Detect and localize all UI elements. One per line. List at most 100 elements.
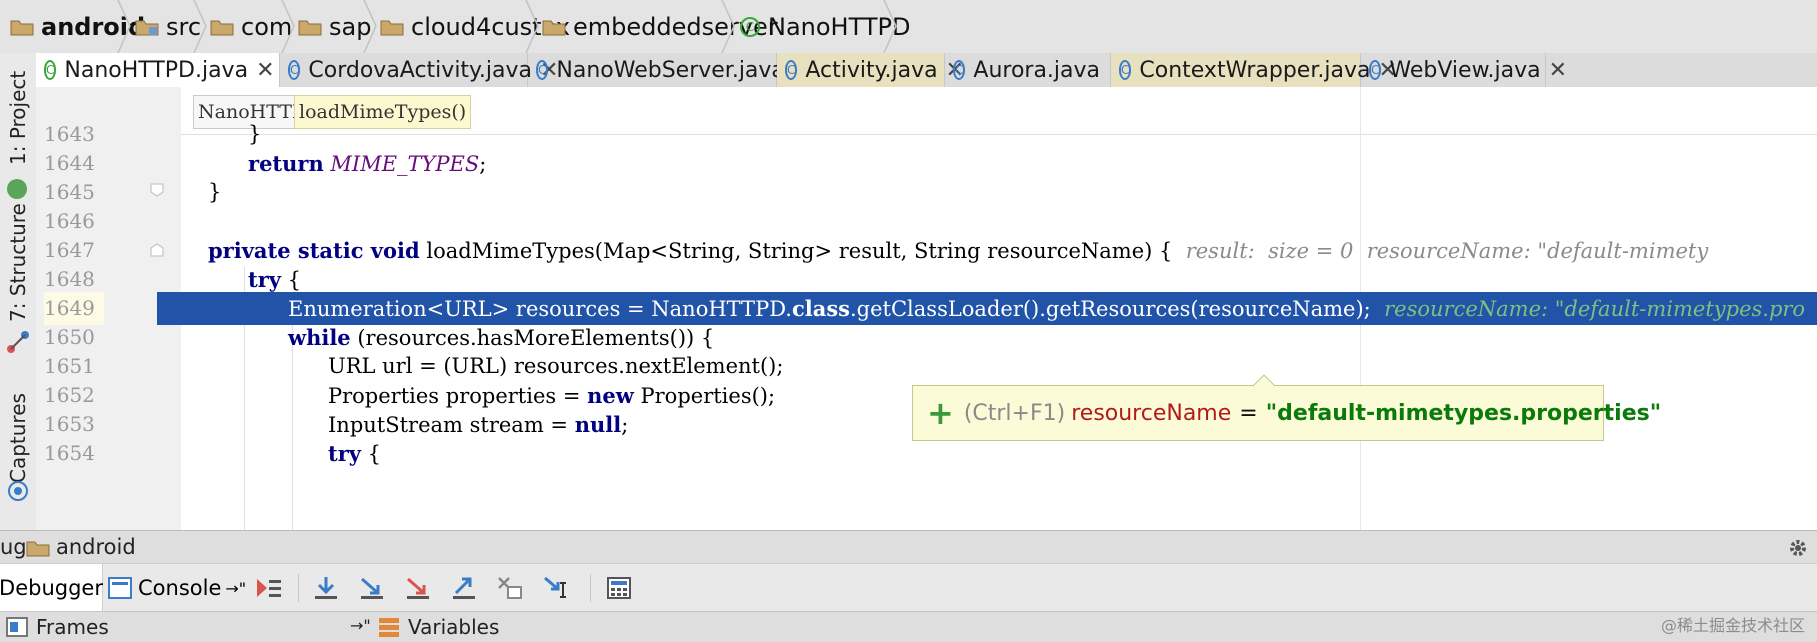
keyword: new [587, 383, 634, 408]
force-step-into-button[interactable] [401, 572, 435, 604]
variable-value-tooltip[interactable]: + (Ctrl+F1) resourceName = "default-mime… [912, 374, 1661, 441]
code-text: Properties properties = [328, 384, 588, 408]
tab-label: NanoWebServer.java [556, 57, 785, 83]
breadcrumb-separator [193, 0, 207, 53]
step-over-button[interactable] [309, 572, 343, 604]
code-text: { [287, 268, 302, 292]
drop-frame-button[interactable] [493, 572, 527, 604]
debug-config-name: android [56, 535, 136, 559]
class-icon: C [1369, 60, 1382, 80]
force-step-into-icon [407, 577, 429, 599]
frames-label[interactable]: Frames [36, 615, 109, 639]
run-to-cursor-button[interactable] [539, 572, 573, 604]
inline-debug-hint: result: size = 0 resourceName: "default-… [1185, 239, 1709, 263]
close-icon[interactable]: ✕ [256, 58, 274, 83]
step-out-button[interactable] [447, 572, 481, 604]
toolbar-divider [590, 574, 591, 602]
line-number: 1654 [44, 441, 95, 465]
class-icon: C [288, 60, 301, 80]
breadcrumb-separator [525, 0, 539, 53]
breadcrumb-separator [281, 0, 295, 53]
equals-sign: = [1239, 400, 1258, 426]
code-line: 1654 try { [36, 437, 1817, 470]
left-tool-strip: 1: Project 7: Structure Captures [0, 53, 37, 530]
code-text: Properties(); [640, 384, 776, 408]
tab-debugger[interactable]: Debugger [0, 564, 103, 612]
step-over-icon [315, 577, 337, 599]
debug-toolbar: Debugger Console →" [0, 563, 1817, 612]
tab-label: Console [138, 576, 222, 600]
variable-name: resourceName [1071, 400, 1232, 426]
evaluate-expression-button[interactable] [602, 572, 636, 604]
structure-tool-label: 7: Structure [6, 203, 30, 323]
captures-icon [8, 481, 28, 501]
breadcrumb-item-sap[interactable]: sap [298, 0, 371, 53]
tooltip-pointer [1253, 374, 1275, 387]
restore-layout-icon[interactable]: →" [350, 616, 371, 635]
variable-value: "default-mimetypes.properties" [1265, 400, 1662, 426]
class-icon: C [953, 60, 966, 80]
watermark: @稀土掘金技术社区 [1660, 616, 1805, 635]
code-text: loadMimeTypes(Map<String, String> result… [426, 239, 1173, 263]
frames-variables-header: Frames →" Variables @稀土掘金技术社区 [0, 611, 1817, 642]
run-to-cursor-icon [544, 576, 566, 598]
show-execution-point-icon [257, 579, 281, 597]
tab-aurora-java[interactable]: C Aurora.java ✕ [945, 53, 1126, 87]
class-icon: C [740, 16, 760, 37]
tab-contextwrapper-java[interactable]: C ContextWrapper.java ✕ [1111, 53, 1397, 87]
code-text: ; [479, 152, 487, 176]
breadcrumb-separator [721, 0, 735, 53]
tab-label: Aurora.java [973, 57, 1101, 83]
structure-tool-button[interactable]: 7: Structure [2, 188, 34, 338]
gear-icon[interactable] [1786, 536, 1810, 560]
expand-icon[interactable]: + [927, 394, 954, 432]
tab-label: Activity.java [805, 57, 938, 83]
folder-icon [298, 18, 322, 36]
keyword: null [574, 412, 622, 437]
editor-tab-bar: C NanoHTTPD.java ✕ C CordovaActivity.jav… [36, 53, 1817, 88]
code-text: .getClassLoader().getResources(resourceN… [850, 297, 1371, 321]
captures-tool-button[interactable]: Captures [2, 383, 34, 493]
keyword: while [288, 325, 351, 350]
project-tool-button[interactable]: 1: Project [2, 63, 34, 173]
tab-nanohttpd-java[interactable]: C NanoHTTPD.java ✕ [36, 53, 280, 87]
tab-activity-java[interactable]: C Activity.java ✕ [777, 53, 964, 87]
tab-webview-java[interactable]: C WebView.java ✕ [1361, 53, 1567, 87]
folder-icon [380, 18, 404, 36]
folder-icon [210, 18, 234, 36]
close-icon[interactable]: ✕ [1549, 58, 1567, 83]
variables-label[interactable]: Variables [408, 615, 499, 639]
code-text: ; [621, 413, 629, 437]
code-editor[interactable]: NanoHTTPD loadMimeTypes() 1643 } 1644 re… [36, 87, 1817, 530]
project-tool-label: 1: Project [6, 70, 30, 166]
folder-icon [10, 18, 34, 36]
restore-layout-icon[interactable]: →" [225, 579, 246, 598]
frames-icon [6, 617, 28, 637]
folder-icon [26, 541, 50, 557]
breadcrumb-separator [117, 0, 131, 53]
keyword: try [328, 441, 361, 466]
step-out-icon [453, 577, 475, 599]
class-icon: C [785, 60, 798, 80]
tab-nanowebserver-java[interactable]: C NanoWebServer.java ✕ [528, 53, 811, 87]
keyword: return [248, 151, 324, 176]
tab-cordovaactivity-java[interactable]: C CordovaActivity.java ✕ [280, 53, 558, 87]
tab-label: Debugger [0, 576, 103, 600]
breadcrumb-separator [363, 0, 377, 53]
class-icon: C [44, 60, 57, 80]
structure-icon [7, 331, 29, 353]
folder-icon [135, 18, 159, 36]
toolbar-divider [298, 574, 299, 602]
tab-console[interactable]: Console →" [108, 572, 246, 604]
captures-tool-label: Captures [6, 393, 30, 483]
keyword: try [248, 267, 281, 292]
keyword: private static void [208, 238, 420, 263]
show-execution-point-button[interactable] [252, 572, 286, 604]
code-text: Enumeration<URL> resources = NanoHTTPD. [288, 297, 792, 321]
step-into-icon [361, 577, 383, 599]
console-icon [108, 577, 132, 599]
code-text: { [367, 442, 382, 466]
calculator-icon [607, 577, 631, 599]
code-text: InputStream stream = [328, 413, 575, 437]
step-into-button[interactable] [355, 572, 389, 604]
